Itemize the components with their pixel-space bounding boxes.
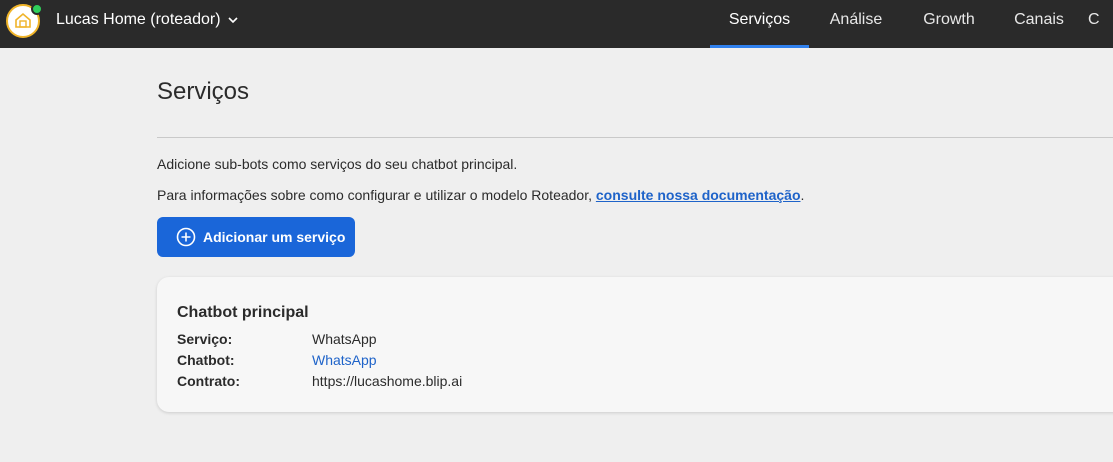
add-service-label: Adicionar um serviço: [203, 229, 346, 245]
chatbot-label: Chatbot:: [177, 352, 235, 368]
tab-analise[interactable]: Análise: [817, 0, 895, 48]
chatbot-link[interactable]: WhatsApp: [312, 352, 377, 368]
tab-canais[interactable]: Canais: [1004, 0, 1074, 48]
top-bar: Lucas Home (roteador) Serviços Análise G…: [0, 0, 1113, 48]
contract-value: https://lucashome.blip.ai: [312, 373, 463, 389]
services-description: Adicione sub-bots como serviços do seu c…: [157, 156, 518, 172]
tab-truncated[interactable]: C: [1087, 0, 1113, 48]
service-label: Serviço:: [177, 331, 233, 347]
documentation-note: Para informações sobre como configurar e…: [157, 187, 804, 203]
add-service-button[interactable]: Adicionar um serviço: [157, 217, 355, 257]
plus-circle-icon: [176, 227, 196, 247]
main-nav: Serviços Análise Growth Canais C: [0, 0, 1113, 48]
card-title: Chatbot principal: [177, 304, 309, 321]
main-chatbot-card: Chatbot principal Serviço: WhatsApp Chat…: [157, 277, 1113, 412]
page-title: Serviços: [157, 78, 250, 105]
service-value: WhatsApp: [312, 331, 377, 347]
documentation-note-suffix: .: [800, 187, 805, 203]
tab-servicos[interactable]: Serviços: [710, 0, 809, 48]
contract-label: Contrato:: [177, 373, 240, 389]
title-divider: [157, 137, 1113, 138]
documentation-note-text: Para informações sobre como configurar e…: [157, 187, 596, 203]
tab-growth[interactable]: Growth: [910, 0, 988, 48]
documentation-link[interactable]: consulte nossa documentação: [596, 187, 801, 203]
